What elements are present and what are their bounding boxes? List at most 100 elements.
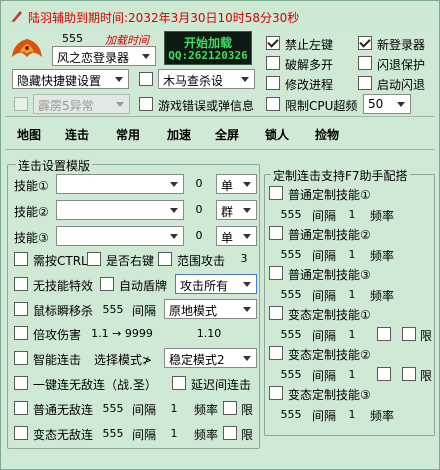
mutant-invincible-label: 变态无敌连 (33, 428, 94, 442)
skill-3-num: 0 (195, 229, 203, 242)
one-key-combo-checkbox[interactable] (14, 376, 28, 390)
custom-mutant-2-freq-value[interactable]: 1 (346, 368, 358, 381)
custom-skill-2-freq-label: 频率 (370, 249, 395, 263)
mouse-teleport-checkbox[interactable] (14, 302, 28, 316)
double-damage-checkbox[interactable] (14, 326, 28, 340)
skill-1-select[interactable] (56, 174, 184, 194)
modify-process-checkbox[interactable] (266, 76, 280, 90)
menu-item-common[interactable]: 常用 (116, 126, 140, 143)
delay-combo-checkbox[interactable] (172, 376, 186, 390)
trojan-checkbox[interactable] (139, 72, 153, 86)
menu-item-fullscreen[interactable]: 全屏 (215, 126, 239, 143)
custom-mutant-1-freq-value[interactable]: 1 (346, 328, 358, 341)
custom-skill-2-interval-value[interactable]: 555 (278, 248, 304, 261)
stable-mode-select[interactable]: 稳定模式2 (164, 348, 257, 368)
damage-range-text: 1.1 → 9999 (91, 327, 153, 340)
custom-skill-1-checkbox[interactable] (269, 186, 283, 200)
menu-bottom-divider (5, 149, 435, 150)
custom-skill-3-checkbox[interactable] (269, 266, 283, 280)
custom-mutant-3-freq-value[interactable]: 1 (346, 408, 358, 421)
break-multi-checkbox[interactable] (266, 56, 280, 70)
normal-invincible-checkbox[interactable] (14, 401, 28, 415)
attack-target-select[interactable]: 攻击所有 (175, 274, 257, 294)
hide-hotkey-select[interactable]: 隐藏快捷键设置 (12, 69, 129, 89)
custom-skill-1-freq-value[interactable]: 1 (346, 208, 358, 221)
custom-mutant-3-interval-value[interactable]: 555 (278, 408, 304, 421)
cpu-select[interactable]: 50 (363, 94, 411, 114)
custom-mutant-2-limit-checkbox[interactable] (402, 367, 416, 381)
custom-mutant-2-extra-checkbox[interactable] (377, 367, 391, 381)
forbid-left-checkbox[interactable] (266, 36, 280, 50)
skill-2-mode-select[interactable]: 群 (216, 200, 257, 220)
mutant-invincible-checkbox[interactable] (14, 426, 28, 440)
expire-time-text: 陆羽辅助到期时间:2032年3月30日10时58分30秒 (28, 11, 300, 25)
origin-mode-select[interactable]: 原地模式 (164, 299, 257, 319)
skill-2-select[interactable] (56, 200, 184, 220)
chevron-down-icon (115, 77, 123, 82)
custom-mutant-1-extra-checkbox[interactable] (377, 327, 391, 341)
damage-value[interactable]: 1.10 (189, 327, 229, 340)
custom-mutant-2-checkbox[interactable] (269, 346, 283, 360)
custom-skill-1-interval-value[interactable]: 555 (278, 208, 304, 221)
custom-mutant-1-interval-value[interactable]: 555 (278, 328, 304, 341)
range-attack-value[interactable]: 3 (235, 252, 253, 265)
mutant-invincible-interval-value[interactable]: 555 (100, 427, 126, 440)
custom-skill-3-interval-value[interactable]: 555 (278, 288, 304, 301)
right-click-checkbox[interactable] (87, 252, 101, 266)
menu-item-lock[interactable]: 锁人 (265, 126, 289, 143)
custom-mutant-3-checkbox[interactable] (269, 386, 283, 400)
custom-mutant-2-interval-value[interactable]: 555 (278, 368, 304, 381)
banner-line2: QQ:262120326 (168, 49, 248, 62)
custom-skill-2-checkbox[interactable] (269, 226, 283, 240)
right-click-label: 是否右键 (106, 254, 155, 268)
login-select[interactable]: 风之恋登录器 (52, 46, 156, 66)
flashback-protect-checkbox[interactable] (358, 56, 372, 70)
menu-item-pickup[interactable]: 捡物 (315, 126, 339, 143)
count-label: 555 (62, 32, 83, 45)
custom-skill-3-freq-value[interactable]: 1 (346, 288, 358, 301)
trojan-select[interactable]: 木马查杀设 (158, 69, 255, 89)
no-skill-effect-checkbox[interactable] (14, 277, 28, 291)
skill-3-select[interactable] (56, 226, 184, 246)
abnormal-checkbox[interactable] (14, 97, 28, 111)
mutant-invincible-interval-label: 间隔 (132, 428, 157, 442)
normal-invincible-freq-value[interactable]: 1 (168, 402, 180, 415)
normal-invincible-limit-label: 限 (241, 403, 254, 417)
menu-item-speed[interactable]: 加速 (167, 126, 191, 143)
chevron-down-icon (170, 208, 178, 213)
chevron-down-icon (241, 77, 249, 82)
menu-item-combo[interactable]: 连击 (65, 126, 89, 143)
chevron-down-icon (243, 356, 251, 361)
limit-cpu-checkbox[interactable] (266, 97, 280, 111)
abnormal-select[interactable]: 霹雳5异常 (33, 94, 130, 114)
attack-target-value: 攻击所有 (180, 279, 229, 293)
game-error-checkbox[interactable] (139, 97, 153, 111)
smart-combo-checkbox[interactable] (14, 351, 28, 365)
custom-skill-2-freq-value[interactable]: 1 (346, 248, 358, 261)
app-icon (11, 11, 22, 22)
limit-cpu-label: 限制CPU超频 (285, 99, 358, 113)
teleport-value[interactable]: 555 (100, 303, 126, 316)
menu-item-map[interactable]: 地图 (17, 126, 41, 143)
mutant-invincible-freq-value[interactable]: 1 (168, 427, 180, 440)
normal-invincible-interval-value[interactable]: 555 (100, 402, 126, 415)
auto-shield-checkbox[interactable] (100, 277, 114, 291)
break-multi-label: 破解多开 (285, 58, 334, 72)
skill-3-mode-select[interactable]: 单 (216, 226, 257, 246)
custom-mutant-3-freq-label: 频率 (370, 409, 395, 423)
chevron-down-icon (243, 234, 251, 239)
new-login-checkbox[interactable] (358, 36, 372, 50)
custom-mutant-1-limit-checkbox[interactable] (402, 327, 416, 341)
chevron-down-icon (243, 307, 251, 312)
select-mode-label: 选择模式≯ (94, 353, 153, 367)
trojan-select-value: 木马查杀设 (163, 74, 224, 88)
range-attack-checkbox[interactable] (158, 252, 172, 266)
normal-invincible-limit-checkbox[interactable] (223, 401, 237, 415)
need-ctrl-checkbox[interactable] (14, 252, 28, 266)
mutant-invincible-limit-checkbox[interactable] (223, 426, 237, 440)
range-attack-label: 范围攻击 (177, 254, 226, 268)
skill-1-mode-select[interactable]: 单 (216, 174, 257, 194)
start-flashback-checkbox[interactable] (358, 76, 372, 90)
custom-mutant-1-checkbox[interactable] (269, 306, 283, 320)
modify-process-label: 修改进程 (285, 78, 334, 92)
